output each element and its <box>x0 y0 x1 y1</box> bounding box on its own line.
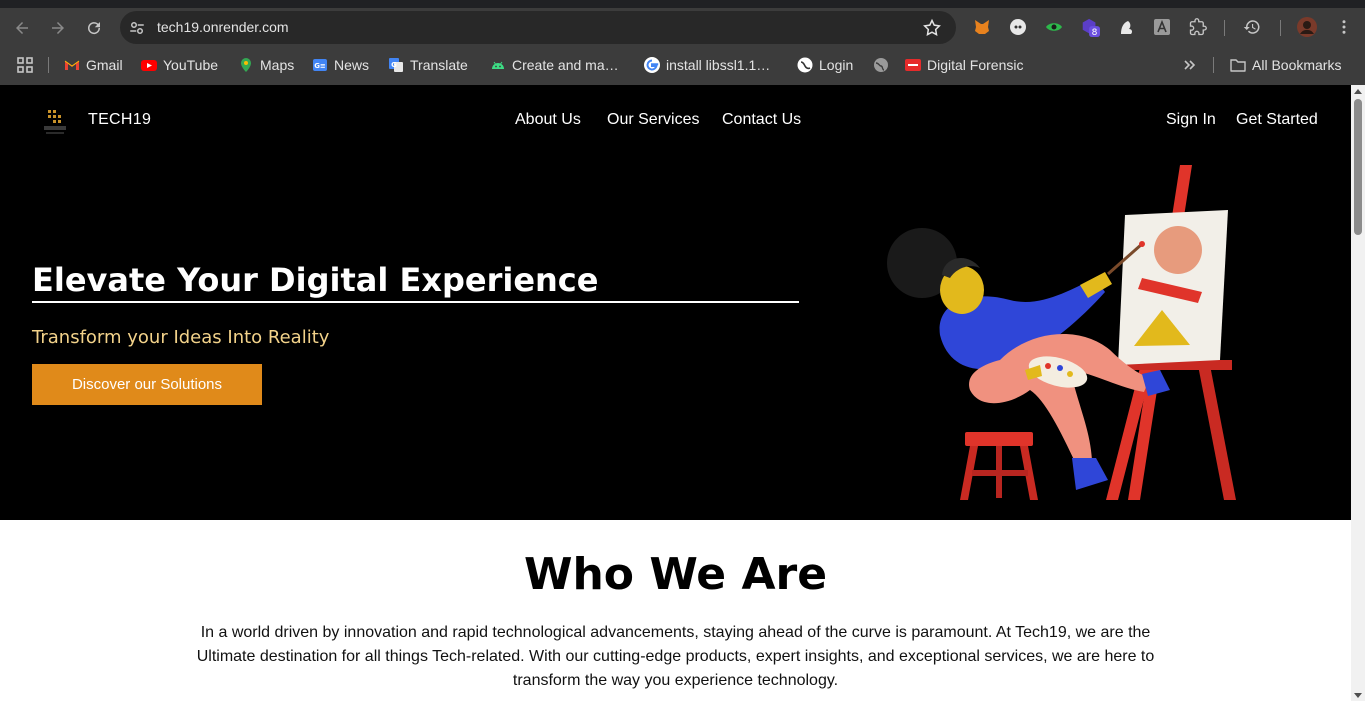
bookmark-label: Login <box>819 57 854 73</box>
translate-icon: G <box>389 58 403 72</box>
bookmark-label: Digital Forensic <box>927 57 1024 73</box>
bookmark-label: Gmail <box>86 57 123 73</box>
google-icon <box>644 57 660 73</box>
tech19-logo-icon[interactable] <box>40 107 70 139</box>
bookmarks-divider <box>48 57 49 73</box>
site-settings-icon[interactable] <box>128 19 146 37</box>
apps-grid-icon[interactable] <box>16 55 34 75</box>
sign-in-link[interactable]: Sign In <box>1166 111 1216 129</box>
bookmarks-divider <box>1213 57 1214 73</box>
hero-underline <box>32 301 799 303</box>
who-we-are-title: Who We Are <box>523 549 828 600</box>
svg-text:G≡: G≡ <box>314 62 326 70</box>
news-icon: G≡ <box>313 59 327 71</box>
browser-chrome: tech19.onrender.com 8 Gmail YouTube Maps… <box>0 0 1365 85</box>
toolbar-divider <box>1280 20 1281 36</box>
squirrel-extension-icon[interactable] <box>1116 17 1136 37</box>
nav-contact-us[interactable]: Contact Us <box>722 111 801 129</box>
arrow-right-icon <box>52 22 64 34</box>
extension-badge-count: 8 <box>1092 28 1098 38</box>
bookmark-label: News <box>334 57 370 73</box>
get-started-link[interactable]: Get Started <box>1236 111 1318 129</box>
extensions-puzzle-icon[interactable] <box>1188 17 1208 37</box>
login-icon <box>797 57 813 73</box>
scroll-down-arrow-icon[interactable] <box>1354 693 1362 698</box>
hero-subtitle: Transform your Ideas Into Reality <box>32 327 330 348</box>
hero-section: TECH19 About Us Our Services Contact Us … <box>0 85 1351 520</box>
bookmark-login[interactable]: Login <box>797 55 853 75</box>
metamask-icon[interactable] <box>972 17 992 37</box>
bookmark-news[interactable]: G≡ News <box>312 55 369 75</box>
chevron-double-right-icon <box>1184 60 1196 70</box>
profile-avatar[interactable] <box>1297 17 1317 37</box>
youtube-icon <box>141 60 157 71</box>
scroll-up-arrow-icon[interactable] <box>1354 89 1362 94</box>
bookmark-star-icon[interactable] <box>922 18 942 38</box>
page-scrollbar[interactable] <box>1351 85 1365 701</box>
artist-painting-illustration <box>887 165 1236 500</box>
bookmark-youtube[interactable]: YouTube <box>141 55 218 75</box>
bookmark-globe[interactable] <box>873 55 889 75</box>
brand-name[interactable]: TECH19 <box>88 111 151 129</box>
bookmarks-bar: Gmail YouTube Maps G≡ News G Translate C… <box>0 46 1365 85</box>
bookmark-label: Create and ma… <box>512 57 619 73</box>
who-we-are-description: In a world driven by innovation and rapi… <box>196 624 1155 689</box>
bookmark-create-and-manage[interactable]: Create and ma… <box>490 55 619 75</box>
android-icon <box>492 61 504 69</box>
all-bookmarks-button[interactable]: All Bookmarks <box>1230 55 1341 75</box>
toolbar-divider <box>1224 20 1225 36</box>
bookmark-label: Maps <box>260 57 295 73</box>
address-bar[interactable]: tech19.onrender.com <box>120 11 956 44</box>
forensic-icon <box>905 59 921 71</box>
nav-about-us[interactable]: About Us <box>515 111 581 129</box>
more-bookmarks-button[interactable] <box>1182 55 1198 75</box>
folder-icon <box>1230 59 1246 72</box>
all-bookmarks-label: All Bookmarks <box>1252 57 1342 73</box>
bookmark-label: Translate <box>410 57 468 73</box>
menu-dots-icon[interactable] <box>1334 17 1354 37</box>
bookmark-label: install libssl1.1… <box>666 57 771 73</box>
history-icon[interactable] <box>1242 17 1262 37</box>
font-extension-icon[interactable] <box>1152 17 1172 37</box>
extension-circle-icon[interactable] <box>1008 17 1028 37</box>
bookmark-maps[interactable]: Maps <box>238 55 294 75</box>
bookmark-digital-forensic[interactable]: Digital Forensic <box>905 55 1023 75</box>
bookmark-install-libssl[interactable]: install libssl1.1… <box>644 55 770 75</box>
url-text[interactable]: tech19.onrender.com <box>157 19 289 35</box>
globe-icon <box>874 58 888 72</box>
discover-solutions-button[interactable]: Discover our Solutions <box>32 364 262 405</box>
web-page: TECH19 About Us Our Services Contact Us … <box>0 85 1351 701</box>
forward-button[interactable] <box>46 16 70 40</box>
badge-extension-icon[interactable]: 8 <box>1080 17 1100 38</box>
tab-strip <box>0 0 1365 8</box>
bookmark-gmail[interactable]: Gmail <box>64 55 123 75</box>
reload-button[interactable] <box>82 16 106 40</box>
bookmark-label: YouTube <box>163 57 219 73</box>
browser-toolbar: tech19.onrender.com 8 <box>0 8 1365 46</box>
back-button[interactable] <box>10 16 34 40</box>
nav-our-services[interactable]: Our Services <box>607 111 699 129</box>
svg-text:G: G <box>391 61 397 69</box>
maps-icon <box>241 58 251 72</box>
scrollbar-thumb[interactable] <box>1354 99 1362 235</box>
reload-icon <box>88 22 101 35</box>
hero-title: Elevate Your Digital Experience <box>32 261 599 299</box>
eye-extension-icon[interactable] <box>1044 17 1064 37</box>
bookmark-translate[interactable]: G Translate <box>388 55 468 75</box>
gmail-icon <box>64 60 80 70</box>
arrow-left-icon <box>16 22 28 34</box>
